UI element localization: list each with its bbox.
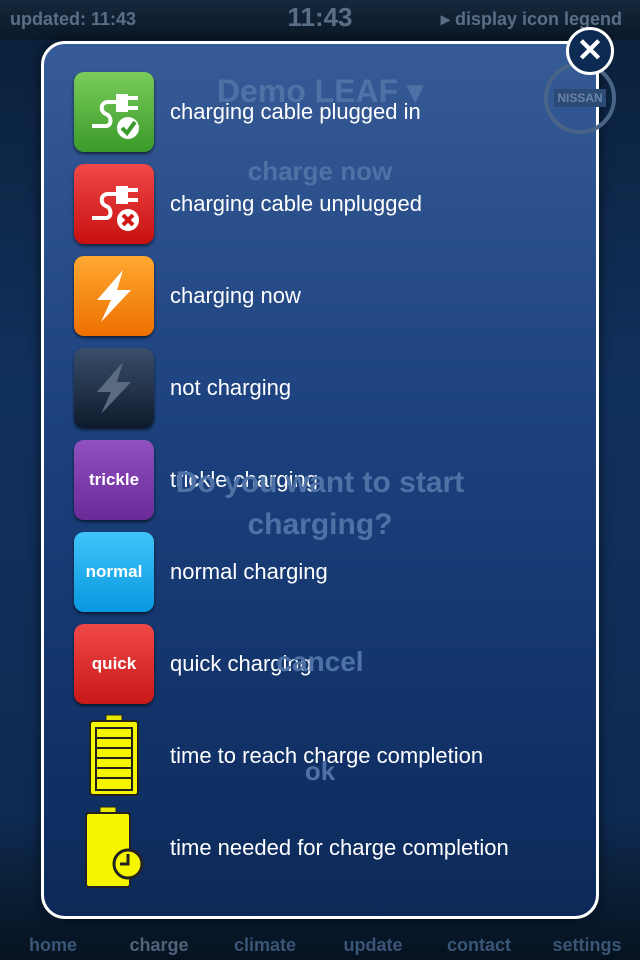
battery-clock-icon (74, 806, 154, 888)
tab-climate[interactable]: climate (212, 935, 318, 956)
tab-settings[interactable]: settings (534, 935, 640, 956)
legend-item: not charging (74, 348, 291, 428)
ok-button[interactable]: ok (0, 756, 640, 787)
legend-item: charging now (74, 256, 301, 336)
legend-label: charging cable unplugged (170, 191, 422, 216)
status-bar: updated: 11:43 11:43 ▸ display icon lege… (0, 0, 640, 40)
lightning-icon (74, 256, 154, 336)
legend-item: time needed for charge completion (74, 806, 509, 888)
tab-update[interactable]: update (320, 935, 426, 956)
legend-label: normal charging (170, 559, 328, 584)
lightning-dim-icon (74, 348, 154, 428)
tab-charge[interactable]: charge (106, 935, 212, 956)
cancel-button[interactable]: cancel (0, 646, 640, 678)
legend-label: charging now (170, 283, 301, 308)
brand-text: NISSAN (554, 89, 606, 107)
tab-home[interactable]: home (0, 935, 106, 956)
close-button[interactable]: ✕ (566, 27, 614, 75)
charge-now-heading: charge now (247, 156, 393, 186)
legend-label: time needed for charge completion (170, 835, 509, 860)
start-charging-question: Do you want to start charging? (175, 466, 465, 541)
tab-contact[interactable]: contact (426, 935, 532, 956)
legend-label: not charging (170, 375, 292, 400)
